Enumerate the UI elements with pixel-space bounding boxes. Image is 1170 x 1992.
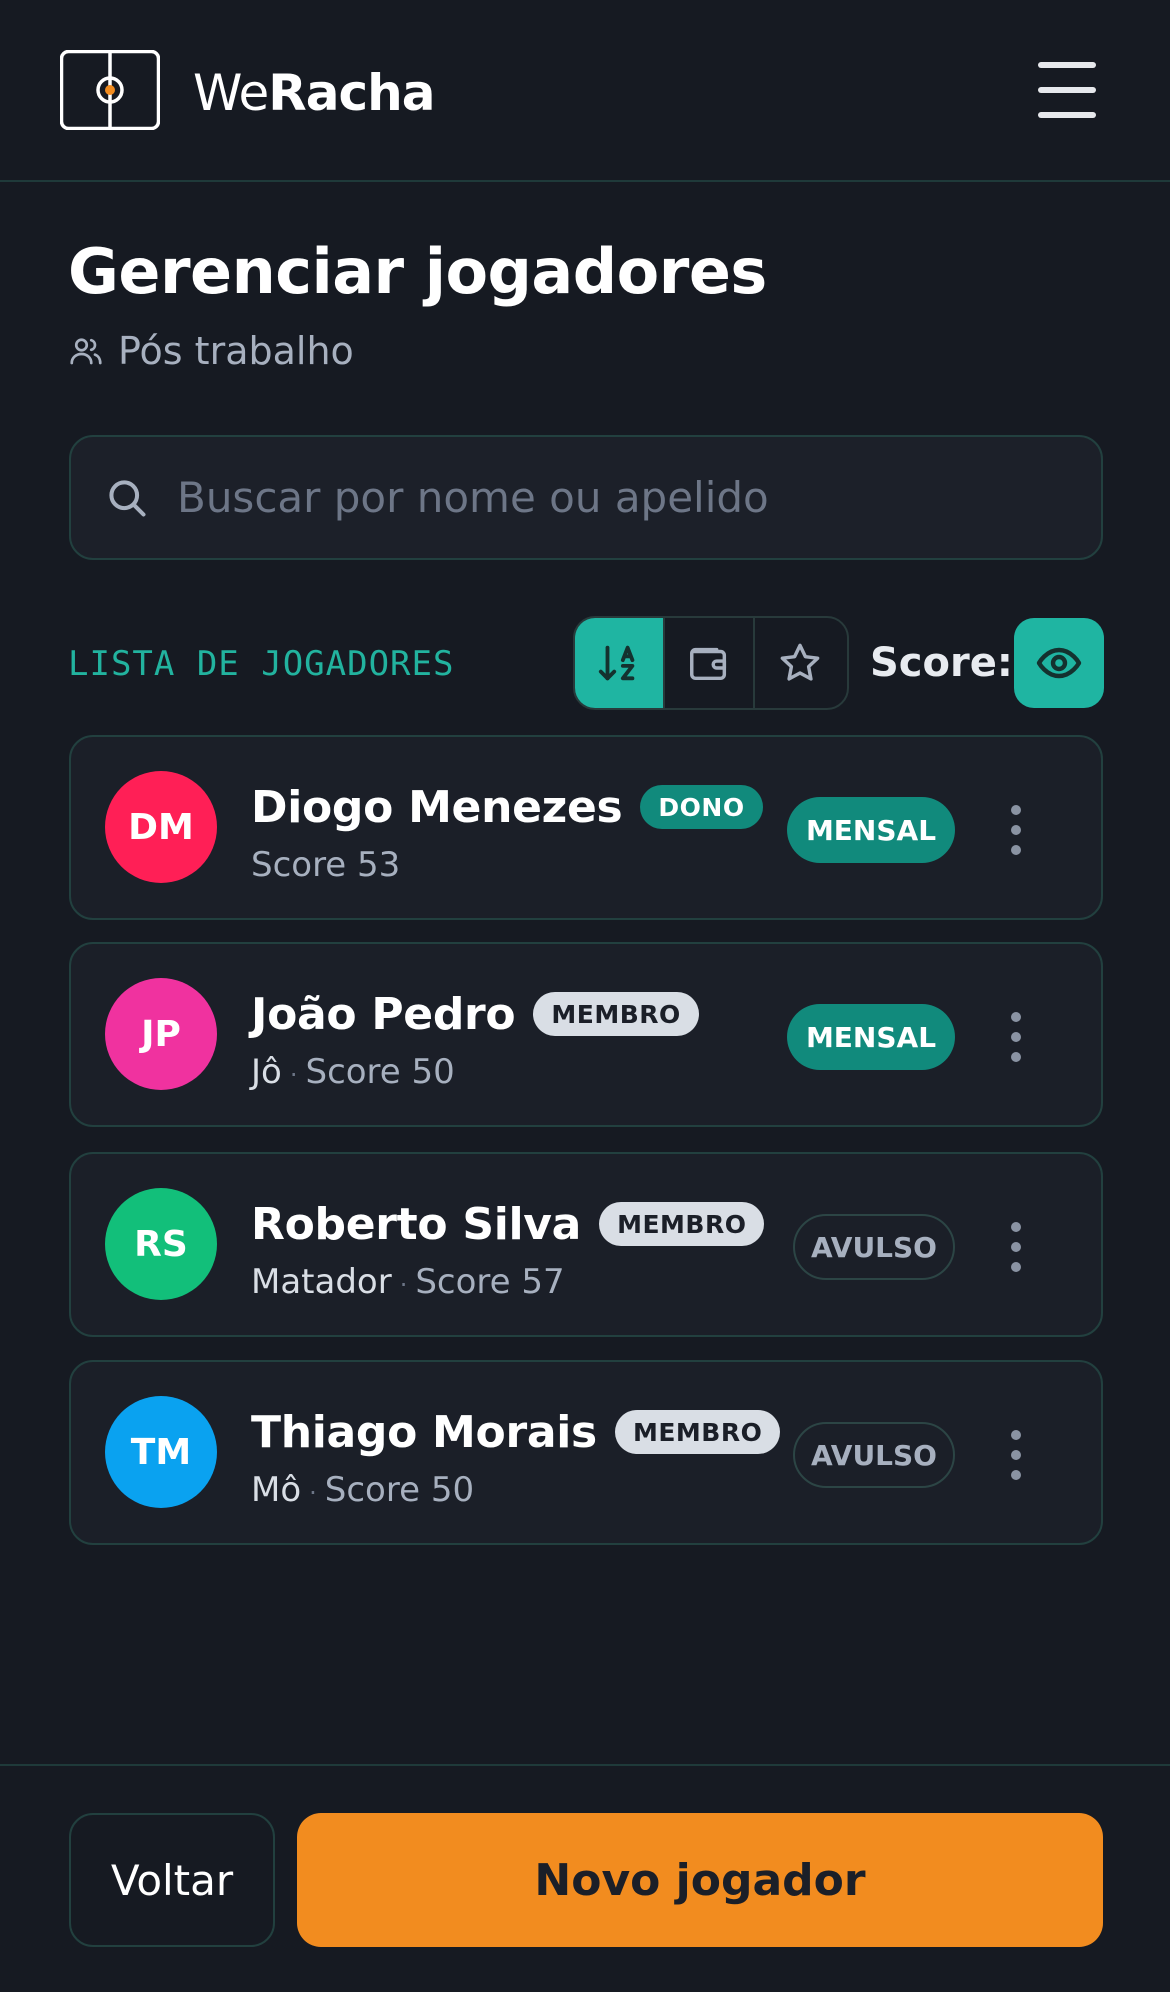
plan-badge[interactable]: AVULSO <box>793 1214 955 1280</box>
player-nickname: Mô <box>251 1470 302 1510</box>
pitch-logo-icon[interactable] <box>60 50 160 130</box>
more-options-icon[interactable] <box>991 1212 1041 1282</box>
search-box[interactable] <box>69 435 1103 560</box>
player-card[interactable]: DM Diogo Menezes DONO Score 53 MENSAL <box>69 735 1103 920</box>
role-badge: MEMBRO <box>614 1410 781 1454</box>
more-options-icon[interactable] <box>991 795 1041 865</box>
player-name: Roberto Silva <box>251 1198 582 1250</box>
player-name-row: Thiago Morais MEMBRO <box>251 1404 781 1460</box>
app-header: WeRacha <box>0 0 1170 182</box>
search-input[interactable] <box>177 473 1077 522</box>
group-name: Pós trabalho <box>118 329 354 373</box>
more-options-icon[interactable] <box>991 1002 1041 1072</box>
brand-logo-bold: Racha <box>268 64 435 122</box>
hamburger-menu-icon[interactable] <box>1034 60 1100 120</box>
sort-payment-button[interactable] <box>665 618 755 708</box>
player-name: Diogo Menezes <box>251 781 623 833</box>
player-meta: Jô · Score 50 <box>251 1050 455 1097</box>
plan-badge[interactable]: MENSAL <box>787 1004 955 1070</box>
player-nickname: Matador <box>251 1262 392 1302</box>
player-meta: Score 53 <box>251 843 400 887</box>
back-button[interactable]: Voltar <box>69 1813 275 1947</box>
users-icon <box>70 338 102 365</box>
sort-segmented-control <box>573 616 849 710</box>
score-label: Score: <box>870 640 1013 686</box>
player-card[interactable]: TM Thiago Morais MEMBRO Mô · Score 50 AVUL… <box>69 1360 1103 1545</box>
player-name-row: João Pedro MEMBRO <box>251 986 699 1042</box>
brand-logo[interactable]: WeRacha <box>193 58 436 128</box>
sort-alpha-button[interactable] <box>575 618 665 708</box>
avatar: TM <box>105 1396 217 1508</box>
plan-badge[interactable]: AVULSO <box>793 1422 955 1488</box>
player-meta: Matador · Score 57 <box>251 1260 565 1307</box>
score-visibility-toggle[interactable] <box>1014 618 1104 708</box>
separator-dot: · <box>289 1061 298 1089</box>
avatar: DM <box>105 771 217 883</box>
eye-icon <box>1036 647 1082 679</box>
group-info: Pós trabalho <box>68 326 354 376</box>
player-name-row: Diogo Menezes DONO <box>251 779 763 835</box>
sort-score-button[interactable] <box>755 618 845 708</box>
player-card[interactable]: RS Roberto Silva MEMBRO Matador · Score 57… <box>69 1152 1103 1337</box>
player-score: Score 53 <box>251 845 401 885</box>
player-card[interactable]: JP João Pedro MEMBRO Jô · Score 50 MENSAL <box>69 942 1103 1127</box>
player-score: Score 57 <box>415 1262 565 1302</box>
player-name: João Pedro <box>251 988 516 1040</box>
footer-actions: Voltar Novo jogador <box>0 1764 1170 1992</box>
plan-badge[interactable]: MENSAL <box>787 797 955 863</box>
wallet-icon <box>690 647 727 681</box>
player-score: Score 50 <box>305 1052 455 1092</box>
player-score: Score 50 <box>324 1470 475 1510</box>
sort-alpha-icon <box>598 645 635 681</box>
separator-dot: · <box>309 1479 317 1507</box>
avatar: RS <box>105 1188 217 1300</box>
new-player-button[interactable]: Novo jogador <box>297 1813 1103 1947</box>
separator-dot: · <box>399 1271 408 1299</box>
brand-logo-light: We <box>193 64 269 122</box>
role-badge: DONO <box>640 785 763 829</box>
player-name: Thiago Morais <box>251 1406 597 1458</box>
avatar: JP <box>105 978 217 1090</box>
player-name-row: Roberto Silva MEMBRO <box>251 1196 765 1252</box>
player-meta: Mô · Score 50 <box>251 1468 474 1515</box>
player-nickname: Jô <box>251 1052 282 1092</box>
list-label: LISTA DE JOGADORES <box>68 644 455 684</box>
more-options-icon[interactable] <box>991 1420 1041 1490</box>
role-badge: MEMBRO <box>599 1202 765 1246</box>
star-icon <box>780 643 820 681</box>
search-icon <box>109 479 146 517</box>
page-title: Gerenciar jogadores <box>68 235 767 308</box>
role-badge: MEMBRO <box>533 992 699 1036</box>
